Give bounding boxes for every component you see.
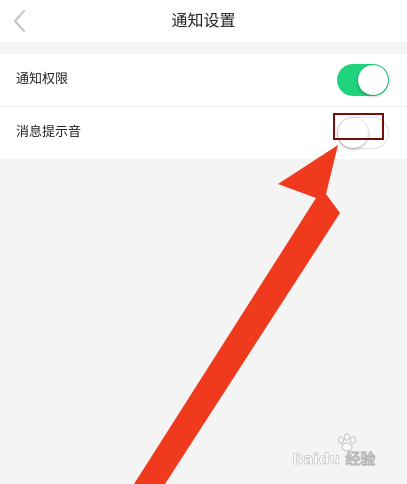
baidu-paw-icon [338,433,356,452]
watermark-brand: Baidu 经验 [292,450,376,468]
annotation-arrow [134,145,340,484]
baidu-jingyan-watermark: Baidu 经验 [292,433,377,468]
